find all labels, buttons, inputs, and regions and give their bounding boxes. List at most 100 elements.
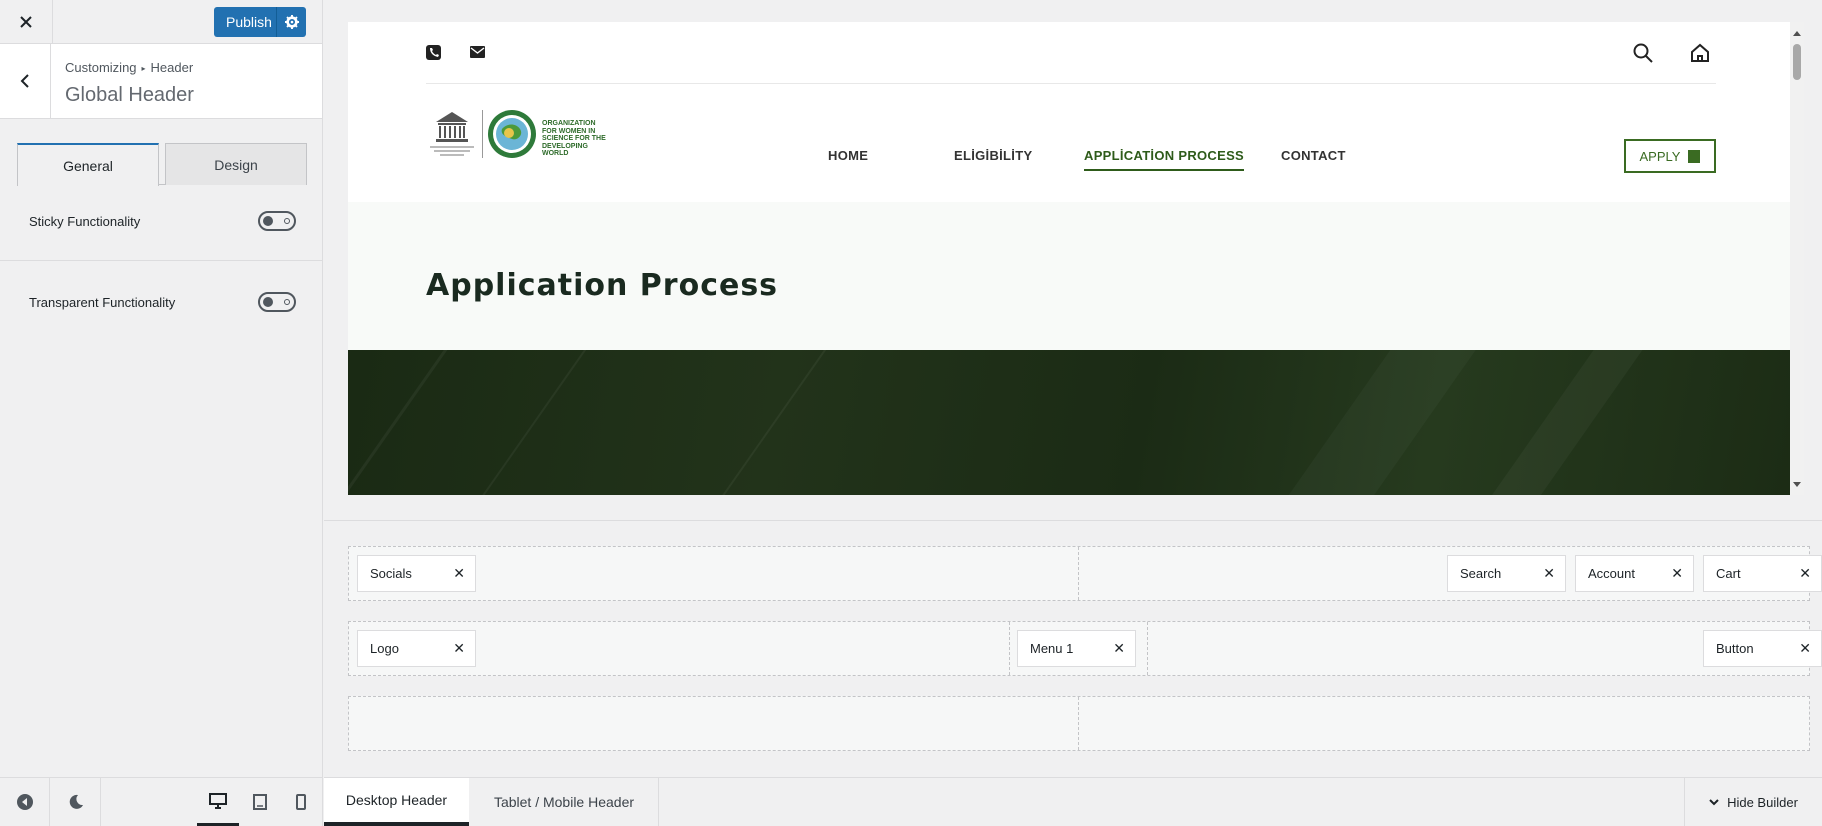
dark-mode-button[interactable] — [51, 778, 101, 826]
publish-group: Publish — [214, 7, 306, 37]
toggle-off-indicator — [284, 218, 290, 224]
remove-icon[interactable]: ✕ — [1799, 565, 1811, 582]
tab-design[interactable]: Design — [165, 143, 307, 185]
site-nav-bar: ORGANIZATION FOR WOMEN IN SCIENCE FOR TH… — [348, 84, 1790, 202]
sidebar-footer — [0, 777, 322, 826]
logo-text-line: DEVELOPING WORLD — [542, 142, 588, 158]
hide-builder-label: Hide Builder — [1727, 794, 1798, 810]
builder-item-search[interactable]: Search ✕ — [1447, 555, 1566, 592]
zone-divider — [1147, 622, 1148, 675]
toggle-knob — [263, 216, 273, 226]
close-customizer-button[interactable] — [0, 0, 53, 44]
chip-label: Account — [1588, 566, 1635, 581]
scroll-thumb[interactable] — [1793, 44, 1801, 80]
back-button[interactable] — [0, 44, 51, 118]
leaf-stripe — [348, 350, 483, 495]
remove-icon[interactable]: ✕ — [1671, 565, 1683, 582]
builder-row-bottom[interactable] — [348, 696, 1810, 751]
moon-icon — [69, 794, 83, 809]
menu-item-home[interactable]: HOME — [828, 148, 868, 163]
mobile-icon — [296, 794, 306, 810]
builder-item-menu[interactable]: Menu 1 ✕ — [1017, 630, 1136, 667]
transparent-toggle[interactable] — [258, 292, 296, 312]
collapse-sidebar-button[interactable] — [0, 778, 50, 826]
menu-item-application-process[interactable]: APPLİCATİON PROCESS — [1084, 148, 1245, 171]
logo-text: ORGANIZATION FOR WOMEN IN SCIENCE FOR TH… — [542, 120, 614, 158]
sidebar-tabs: General Design — [17, 143, 307, 186]
builder-item-account[interactable]: Account ✕ — [1575, 555, 1694, 592]
gear-icon — [284, 15, 299, 29]
sticky-toggle[interactable] — [258, 211, 296, 231]
builder-item-button[interactable]: Button ✕ — [1703, 630, 1822, 667]
builder-row-main[interactable]: Logo ✕ Menu 1 ✕ Button ✕ — [348, 621, 1822, 676]
scroll-up-icon[interactable] — [1793, 31, 1801, 36]
builder-item-socials[interactable]: Socials ✕ — [357, 555, 476, 592]
customizer-topbar: Publish — [0, 0, 322, 44]
chip-label: Socials — [370, 566, 412, 581]
search-icon[interactable] — [1633, 43, 1653, 63]
customizer-sidebar: Publish Customizing ▸ Header Global Header… — [0, 0, 323, 826]
breadcrumb-child: Header — [150, 60, 194, 75]
unesco-logo — [430, 112, 474, 156]
chip-label: Menu 1 — [1030, 641, 1074, 656]
device-mobile-button[interactable] — [281, 778, 321, 826]
option-transparent: Transparent Functionality — [0, 261, 322, 342]
remove-icon[interactable]: ✕ — [1799, 640, 1811, 657]
toggle-knob — [263, 297, 273, 307]
device-desktop-button[interactable] — [197, 778, 239, 826]
page-title-band: Application Process — [348, 202, 1790, 350]
logo-text-line: FOR WOMEN IN — [542, 127, 596, 135]
menu-item-eligibility[interactable]: ELİGİBİLİTY — [954, 148, 1032, 163]
section-header: Customizing ▸ Header Global Header — [0, 44, 322, 119]
hero-image — [348, 350, 1790, 495]
chevron-down-icon — [1709, 798, 1719, 805]
preview-scrollbar[interactable] — [1790, 22, 1804, 495]
owsd-emblem — [488, 110, 536, 158]
preview-frame[interactable]: ORGANIZATION FOR WOMEN IN SCIENCE FOR TH… — [348, 22, 1804, 495]
home-icon[interactable] — [1690, 43, 1710, 63]
remove-icon[interactable]: ✕ — [1543, 565, 1555, 582]
header-builder: Socials ✕ Search ✕ Account ✕ Cart ✕ Logo ✕ Me… — [324, 522, 1822, 776]
builder-bottom-bar: Desktop Header Tablet / Mobile Header Hi… — [324, 777, 1822, 826]
builder-row-top[interactable]: Socials ✕ Search ✕ Account ✕ Cart ✕ — [348, 546, 1822, 601]
chip-label: Button — [1716, 641, 1754, 656]
leaf-stripe — [436, 350, 622, 495]
scroll-down-icon[interactable] — [1793, 482, 1801, 487]
toggle-off-indicator — [284, 299, 290, 305]
tab-desktop-header[interactable]: Desktop Header — [324, 778, 469, 826]
menu-item-contact[interactable]: CONTACT — [1281, 148, 1346, 163]
chip-label: Cart — [1716, 566, 1741, 581]
remove-icon[interactable]: ✕ — [1113, 640, 1125, 657]
collapse-icon — [16, 794, 33, 810]
apply-button[interactable]: APPLY — [1624, 139, 1716, 173]
apply-label: APPLY — [1639, 148, 1681, 164]
site-top-bar — [348, 22, 1790, 83]
zone-divider — [1078, 697, 1079, 750]
builder-item-logo[interactable]: Logo ✕ — [357, 630, 476, 667]
desktop-icon — [209, 792, 227, 809]
close-icon — [20, 16, 32, 28]
phone-icon[interactable] — [426, 45, 441, 60]
publish-settings-button[interactable] — [276, 7, 306, 37]
page-title: Application Process — [426, 268, 779, 303]
builder-item-cart[interactable]: Cart ✕ — [1703, 555, 1822, 592]
section-title: Global Header — [65, 84, 194, 106]
remove-icon[interactable]: ✕ — [453, 640, 465, 657]
email-icon[interactable] — [470, 46, 485, 58]
zone-divider — [1078, 547, 1079, 600]
remove-icon[interactable]: ✕ — [453, 565, 465, 582]
breadcrumb: Customizing ▸ Header — [65, 60, 193, 75]
tab-tablet-mobile-header[interactable]: Tablet / Mobile Header — [470, 778, 659, 826]
site-logo[interactable]: ORGANIZATION FOR WOMEN IN SCIENCE FOR TH… — [426, 108, 614, 160]
zone-divider — [1009, 622, 1010, 675]
chip-label: Search — [1460, 566, 1502, 581]
publish-button[interactable]: Publish — [214, 7, 276, 37]
leaf-stripe — [1243, 350, 1484, 495]
hide-builder-button[interactable]: Hide Builder — [1684, 778, 1822, 826]
chevron-left-icon — [20, 74, 29, 88]
device-tablet-button[interactable] — [239, 778, 281, 826]
logo-text-line: SCIENCE FOR THE — [542, 135, 606, 142]
site-preview: ORGANIZATION FOR WOMEN IN SCIENCE FOR TH… — [324, 0, 1822, 521]
leaf-stripe — [1439, 350, 1657, 495]
transparent-label: Transparent Functionality — [29, 295, 176, 310]
